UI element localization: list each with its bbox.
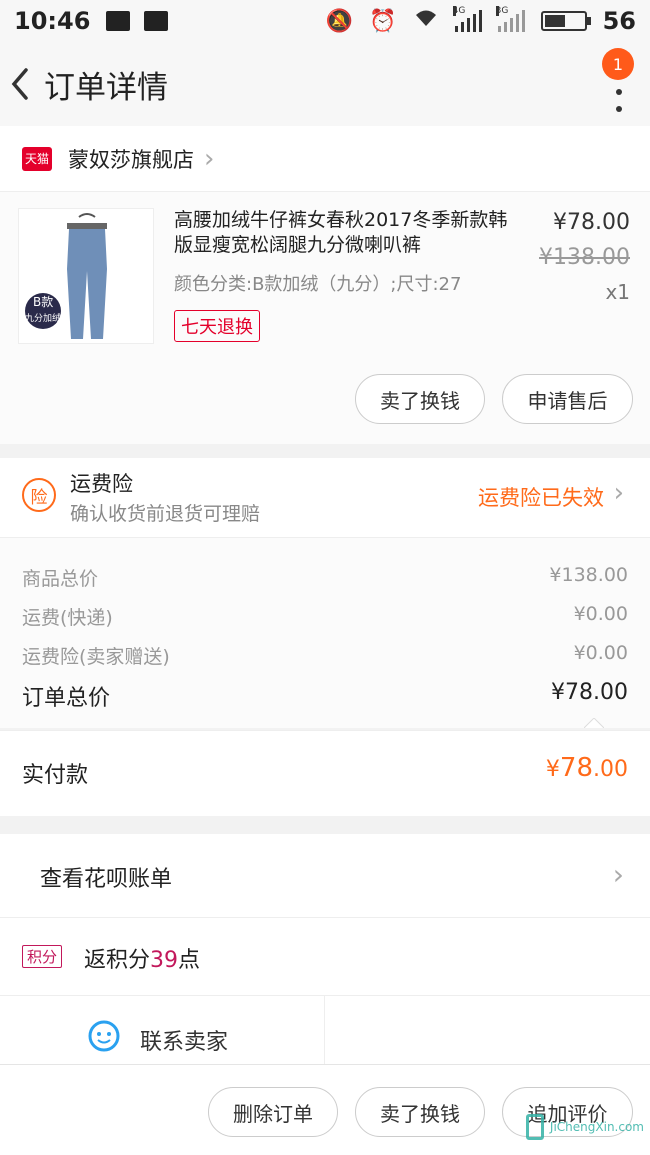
contact-area: 联系卖家 [0,996,650,1064]
product-original-price: ¥138.00 [539,245,630,270]
tmall-logo-icon: 天猫 [22,146,52,171]
apply-aftersale-button[interactable]: 申请售后 [502,374,633,424]
image-label-style: B款 [33,295,54,309]
contact-seller-label: 联系卖家 [140,1030,229,1055]
product-quantity: x1 [605,280,630,304]
order-total-row: 订单总价 ¥78.00 [22,680,628,711]
points-tag: 积分 [22,945,63,968]
site-watermark: JiChengXin.com [526,1103,644,1151]
watermark-logo-icon [526,1114,544,1140]
battery-icon [540,11,591,31]
return-policy-tag: 七天退换 [174,310,260,342]
points-text: 返积分39点 [84,948,201,973]
shop-row[interactable]: 天猫 蒙奴莎旗舰店 › [0,126,650,192]
sell-for-cash-button[interactable]: 卖了换钱 [355,374,485,424]
points-row: 积分 返积分39点 [0,918,650,996]
insurance-title: 运费险 [70,472,133,496]
shop-name: 蒙奴莎旗舰店 [68,147,194,172]
signal-4g-icon: 4G [452,6,482,32]
caret-up-icon [584,718,604,728]
insurance-status: 运费险已失效 [478,486,604,510]
shipping-insurance-row[interactable]: 险 运费险 确认收货前退货可理赔 运费险已失效 › [0,458,650,538]
huabei-label: 查看花呗账单 [40,867,173,892]
chevron-right-icon: › [613,478,624,508]
paid-label: 实付款 [22,763,89,788]
wifi-icon [413,8,439,34]
actual-payment-row: 实付款 ¥78.00 [0,730,650,816]
summary-row: 运费(快递) ¥0.00 [22,603,628,629]
delete-order-button[interactable]: 删除订单 [208,1087,338,1137]
insurance-subtitle: 确认收货前退货可理赔 [70,503,261,525]
sell-for-cash-bottom-button[interactable]: 卖了换钱 [355,1087,485,1137]
insurance-icon: 险 [22,478,56,512]
image-label-variant: 九分加绒 [25,314,62,324]
mail-notification-icon [144,11,169,31]
battery-level: 56 [602,7,636,35]
notification-badge: 1 [602,48,634,80]
product-image[interactable]: B款 九分加绒 [18,208,154,344]
signal-3g-icon: 3G [495,6,525,32]
product-card: B款 九分加绒 高腰加绒牛仔裤女春秋2017冬季新款韩版显瘦宽松阔腿九分微喇叭裤… [0,192,650,444]
page-title: 订单详情 [44,69,168,106]
system-icons: 🔕 ⏰ 4G 3G 56 [325,6,636,35]
back-button[interactable] [0,42,40,126]
product-price: ¥78.00 [553,210,630,235]
contact-seller-button[interactable]: 联系卖家 [0,996,325,1064]
huabei-bill-row[interactable]: 查看花呗账单 › [0,834,650,918]
status-time: 10:46 [14,7,91,35]
image-notification-icon [106,11,131,31]
back-arrow-icon [11,68,28,100]
mute-icon: 🔕 [325,8,354,34]
status-bar: 10:46 🔕 ⏰ 4G 3G 56 [0,0,650,42]
product-spec: 颜色分类:B款加绒（九分）;尺寸:27 [174,274,462,295]
alarm-icon: ⏰ [369,8,397,34]
notification-icons [106,11,169,31]
summary-row: 商品总价 ¥138.00 [22,564,628,590]
chevron-right-icon: › [612,858,624,891]
nav-bar: 订单详情 1 [0,42,650,126]
summary-row: 运费险(卖家赠送) ¥0.00 [22,642,628,668]
chevron-right-icon: › [204,143,215,174]
product-title[interactable]: 高腰加绒牛仔裤女春秋2017冬季新款韩版显瘦宽松阔腿九分微喇叭裤 [174,208,514,258]
chat-face-icon [88,1020,120,1052]
bottom-action-bar: 删除订单 卖了换钱 追加评价 JiChengXin.com [0,1064,650,1155]
price-summary: 商品总价 ¥138.00 运费(快递) ¥0.00 运费险(卖家赠送) ¥0.0… [0,538,650,728]
paid-amount: ¥78.00 [545,753,628,783]
